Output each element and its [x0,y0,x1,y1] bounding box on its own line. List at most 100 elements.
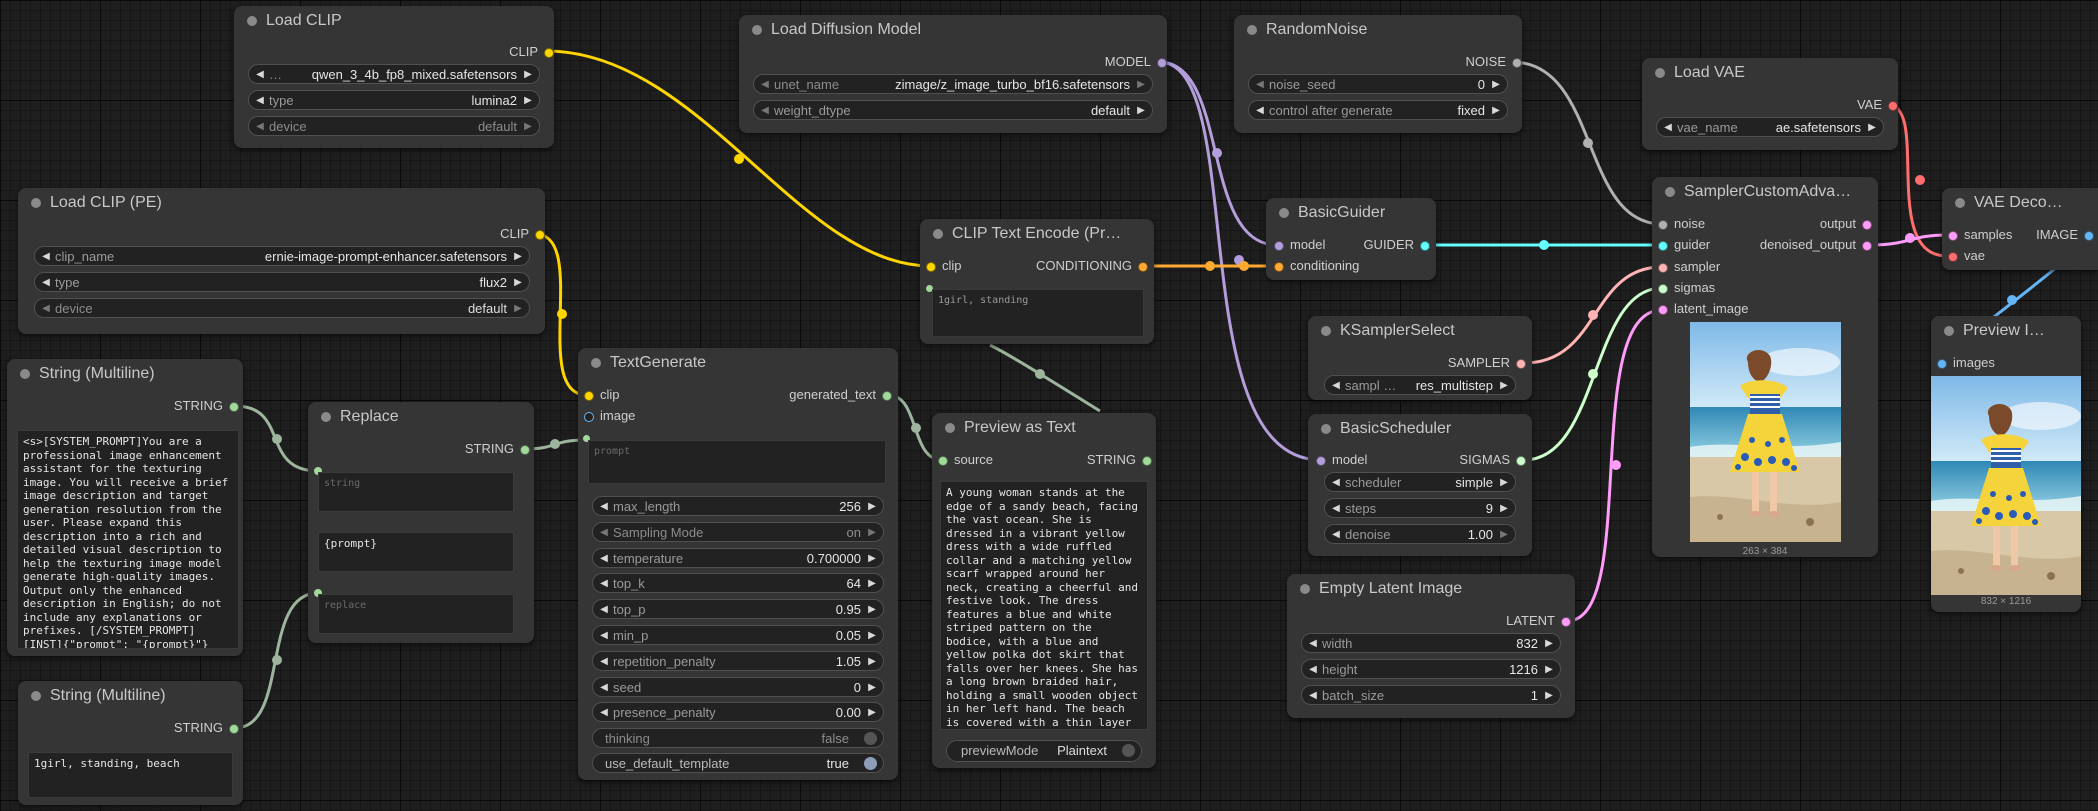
replace-input[interactable]: replace [318,594,514,634]
widget-type[interactable]: ◀ type flux2 ▶ [34,272,530,292]
arrow-right-icon[interactable]: ▶ [865,574,879,594]
text-input[interactable]: 1girl, standing, beach [28,752,233,798]
input-pin-icon[interactable] [1948,252,1958,262]
output-noise[interactable]: NOISE [1466,52,1522,72]
arrow-right-icon[interactable]: ▶ [1489,101,1503,121]
arrow-left-icon[interactable]: ◀ [597,626,611,646]
input-samples[interactable]: samples [1948,225,2012,245]
arrow-left-icon[interactable]: ◀ [1329,376,1343,396]
toggle-icon[interactable] [864,757,877,770]
output-pin-icon[interactable] [2084,231,2094,241]
input-pin-icon[interactable] [1316,456,1326,466]
input-pin-icon[interactable] [1274,262,1284,272]
output-pin-icon[interactable] [1516,359,1526,369]
arrow-left-icon[interactable]: ◀ [253,65,267,85]
output-pin-icon[interactable] [1138,262,1148,272]
preview-text-output[interactable]: A young woman stands at the edge of a sa… [940,481,1148,730]
widget-weight-dtype[interactable]: ◀ weight_dtype default ▶ [753,100,1153,120]
node-title[interactable]: BasicScheduler [1308,414,1532,444]
output-pin-icon[interactable] [1420,241,1430,251]
arrow-left-icon[interactable]: ◀ [758,75,772,95]
node-basic-guider[interactable]: BasicGuider model GUIDER conditioning [1266,198,1436,280]
output-pin-icon[interactable] [229,402,239,412]
node-string-multiline-1[interactable]: String (Multiline) STRING <s>[SYSTEM_PRO… [7,359,243,656]
node-title[interactable]: KSamplerSelect [1308,316,1532,346]
arrow-right-icon[interactable]: ▶ [1542,634,1556,654]
collapse-dot-icon[interactable] [247,16,257,26]
widget-device[interactable]: ◀ device default ▶ [34,298,530,318]
arrow-right-icon[interactable]: ▶ [511,299,525,319]
input-pin-icon[interactable] [1658,305,1668,315]
node-load-diffusion-model[interactable]: Load Diffusion Model MODEL ◀ unet_name zim… [739,15,1167,133]
widget-clip-name[interactable]: ◀… qwen_3_4b_fp8_mixed.safetensors ▶ [248,64,540,84]
arrow-right-icon[interactable]: ▶ [521,65,535,85]
collapse-dot-icon[interactable] [1300,584,1310,594]
widget-temperature[interactable]: ◀ temperature 0.700000 ▶ [592,547,884,569]
widget-control-after-generate[interactable]: ◀ control after generate fixed ▶ [1248,100,1508,120]
string-input[interactable]: string [318,472,514,512]
arrow-right-icon[interactable]: ▶ [511,273,525,293]
arrow-left-icon[interactable]: ◀ [597,678,611,698]
toggle-icon[interactable] [864,732,877,745]
collapse-dot-icon[interactable] [933,229,943,239]
output-string[interactable]: STRING [174,396,239,416]
collapse-dot-icon[interactable] [1665,187,1675,197]
output-output[interactable]: output [1820,214,1872,234]
arrow-left-icon[interactable]: ◀ [1253,101,1267,121]
widget-clip-name[interactable]: ◀ clip_name ernie-image-prompt-enhancer.sa… [34,246,530,266]
collapse-dot-icon[interactable] [945,423,955,433]
widget-top-k[interactable]: ◀ top_k 64 ▶ [592,573,884,594]
node-title[interactable]: Empty Latent Image [1287,574,1575,604]
arrow-left-icon[interactable]: ◀ [39,247,53,267]
collapse-dot-icon[interactable] [1279,208,1289,218]
collapse-dot-icon[interactable] [20,369,30,379]
output-vae[interactable]: VAE [1857,95,1898,115]
node-title[interactable]: SamplerCustomAdva… [1652,177,1878,207]
output-string[interactable]: STRING [1087,450,1152,470]
widget-sampling-mode[interactable]: ◀ Sampling Mode on ▶ [592,521,884,543]
arrow-right-icon[interactable]: ▶ [1497,525,1511,545]
input-image[interactable]: image [584,406,635,426]
input-model[interactable]: model [1316,450,1367,470]
widget-min-p[interactable]: ◀ min_p 0.05 ▶ [592,625,884,645]
collapse-dot-icon[interactable] [1321,424,1331,434]
node-vae-decode[interactable]: VAE Deco… samples IMAGE vae [1942,188,2098,270]
arrow-left-icon[interactable]: ◀ [597,574,611,594]
arrow-left-icon[interactable]: ◀ [1329,499,1343,519]
widget-thinking[interactable]: thinking false [592,728,884,748]
output-model[interactable]: MODEL [1105,52,1167,72]
node-string-multiline-2[interactable]: String (Multiline) STRING 1girl, standin… [18,681,243,805]
arrow-left-icon[interactable]: ◀ [39,273,53,293]
arrow-left-icon[interactable]: ◀ [597,703,611,723]
widget-noise-seed[interactable]: ◀ noise_seed 0 ▶ [1248,74,1508,94]
node-title[interactable]: Preview as Text [932,413,1156,443]
widget-width[interactable]: ◀ width 832 ▶ [1301,633,1561,653]
widget-use-default-template[interactable]: use_default_template true [592,753,884,773]
output-clip[interactable]: CLIP [500,224,545,244]
output-pin-icon[interactable] [1561,617,1571,627]
collapse-dot-icon[interactable] [591,358,601,368]
arrow-right-icon[interactable]: ▶ [1134,101,1148,121]
output-clip[interactable]: CLIP [509,42,554,62]
arrow-right-icon[interactable]: ▶ [865,549,879,569]
arrow-left-icon[interactable]: ◀ [253,91,267,111]
widget-unet-name[interactable]: ◀ unet_name zimage/z_image_turbo_bf16.safe… [753,74,1153,94]
arrow-right-icon[interactable]: ▶ [521,91,535,111]
arrow-right-icon[interactable]: ▶ [1497,376,1511,396]
input-conditioning[interactable]: conditioning [1274,256,1359,276]
arrow-left-icon[interactable]: ◀ [597,523,611,543]
output-pin-icon[interactable] [544,48,554,58]
preview-image[interactable] [1690,322,1841,542]
collapse-dot-icon[interactable] [1955,198,1965,208]
node-title[interactable]: TextGenerate [578,348,898,378]
input-pin-icon[interactable] [926,262,936,272]
input-pin-icon[interactable] [1658,220,1668,230]
node-load-clip-pe[interactable]: Load CLIP (PE) CLIP ◀ clip_name ernie-imag… [18,188,545,334]
node-sampler-custom-advanced[interactable]: SamplerCustomAdva… noise output guider d… [1652,177,1878,557]
node-preview-as-text[interactable]: Preview as Text source STRING A young wo… [932,413,1156,768]
arrow-left-icon[interactable]: ◀ [758,101,772,121]
widget-top-p[interactable]: ◀ top_p 0.95 ▶ [592,599,884,620]
node-random-noise[interactable]: RandomNoise NOISE ◀ noise_seed 0 ▶ ◀ control… [1234,15,1522,133]
arrow-left-icon[interactable]: ◀ [1329,525,1343,545]
arrow-left-icon[interactable]: ◀ [1306,660,1320,680]
